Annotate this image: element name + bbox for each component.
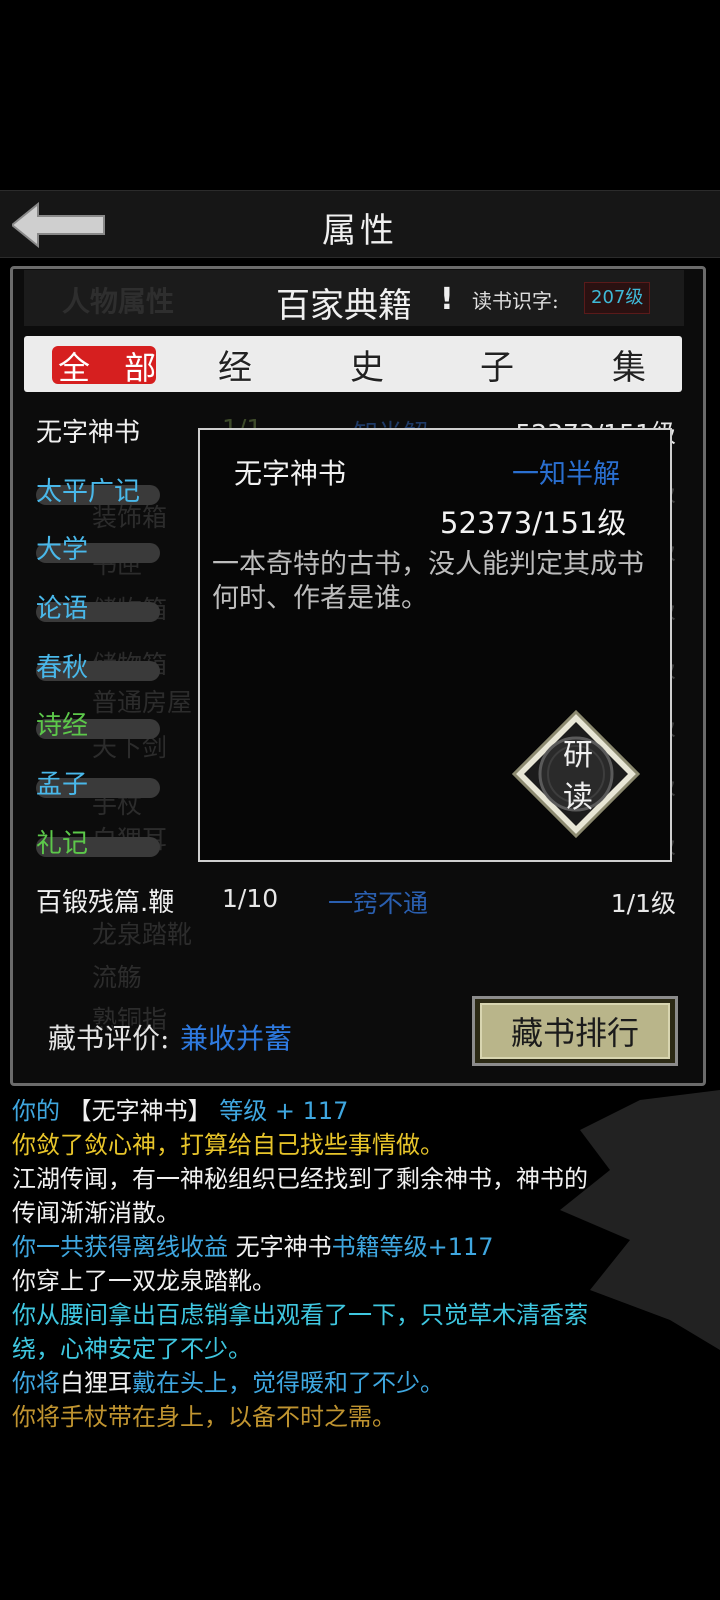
log-segment: 你一共获得离线收益 [12, 1233, 236, 1261]
log-line: 你从腰间拿出百虑销拿出观看了一下，只觉草木清香萦 [12, 1298, 702, 1332]
book-level: 1/1级 [610, 889, 676, 918]
page-title: 属性 [322, 211, 398, 251]
log-segment: 无字神书 [235, 1233, 332, 1261]
log-segment: 传闻渐渐消散。 [12, 1199, 180, 1227]
book-name: 孟子 [36, 770, 89, 800]
log-line: 传闻渐渐消散。 [12, 1196, 702, 1230]
info-icon[interactable]: ! [440, 282, 454, 317]
reading-skill-level: 207级 [584, 282, 651, 314]
log-segment: 【无字神书】 [67, 1097, 212, 1125]
collection-rating-value: 兼收并蓄 [180, 1022, 293, 1055]
book-row[interactable]: 百锻残篇.鞭 1/10 一窍不通 1/1级 [36, 878, 676, 934]
collection-ranking-button-label: 藏书排行 [510, 1014, 639, 1052]
log-line: 绕，心神安定了不少。 [12, 1332, 702, 1366]
log-line: 你穿上了一双龙泉踏靴。 [12, 1264, 702, 1298]
log-segment: 书籍等级+117 [331, 1233, 494, 1261]
reading-skill-label: 读书识字: [472, 289, 559, 313]
faded-background-item: 流觞 [92, 963, 143, 992]
tab-ji[interactable]: 集 [612, 340, 646, 389]
log-segment: 江湖传闻，有一神秘组织已经找到了剩余神书，神书的 [12, 1165, 588, 1193]
log-line: 你的 【无字神书】 等级 + 117 [12, 1094, 702, 1128]
tab-zi[interactable]: 子 [480, 340, 514, 389]
book-name: 论语 [36, 594, 89, 624]
log-segment: 带在身上，以备不时之需。 [108, 1403, 396, 1431]
log-segment: 你敛了敛心神，打算给自己找些事情做。 [12, 1131, 444, 1159]
book-name: 大学 [36, 535, 89, 565]
log-segment: 你的 [12, 1097, 68, 1125]
log-segment: 白狸耳 [60, 1369, 132, 1397]
popup-book-description: 一本奇特的古书，没人能判定其成书何时、作者是谁。 [212, 549, 644, 614]
popup-book-rank: 一知半解 [512, 459, 620, 490]
book-name: 太平广记 [36, 477, 141, 507]
book-name: 春秋 [36, 653, 89, 683]
log-segment: 绕，心神安定了不少。 [12, 1335, 252, 1363]
log-segment: 你将 [12, 1369, 60, 1397]
study-button-label: 研读 [563, 738, 593, 815]
log-segment: 你将 [12, 1403, 60, 1431]
book-name: 诗经 [36, 711, 89, 741]
log-segment: 你穿上了一双龙泉踏靴。 [12, 1267, 276, 1295]
log-segment: 你从腰间拿出百虑销拿出观看了一下，只觉草木清香萦 [12, 1301, 588, 1329]
popup-book-progress: 52373/151级 [440, 506, 627, 540]
log-line: 江湖传闻，有一神秘组织已经找到了剩余神书，神书的 [12, 1162, 702, 1196]
book-count: 1/10 [222, 884, 279, 913]
popup-book-name: 无字神书 [234, 457, 347, 490]
log-segment: 戴在头上，觉得暖和了不少。 [132, 1369, 444, 1397]
log-segment: 等级 + 117 [211, 1097, 349, 1125]
message-log: 你的 【无字神书】 等级 + 117 你敛了敛心神，打算给自己找些事情做。江湖传闻… [12, 1094, 702, 1434]
log-line: 你将手杖带在身上，以备不时之需。 [12, 1400, 702, 1434]
book-rank: 一窍不通 [328, 889, 429, 918]
book-name: 百锻残篇.鞭 [36, 888, 175, 918]
log-segment: 手杖 [60, 1403, 108, 1431]
collection-rating-label: 藏书评价: [48, 1022, 170, 1055]
tab-shi[interactable]: 史 [350, 340, 384, 389]
log-line: 你敛了敛心神，打算给自己找些事情做。 [12, 1128, 702, 1162]
tab-all-label: 全 部 [58, 349, 169, 387]
log-line: 你将白狸耳戴在头上，觉得暖和了不少。 [12, 1366, 702, 1400]
library-title: 百家典籍 [276, 286, 412, 326]
book-name: 礼记 [36, 829, 89, 859]
tab-jing[interactable]: 经 [218, 340, 252, 389]
log-line: 你一共获得离线收益 无字神书书籍等级+117 [12, 1230, 702, 1264]
faded-header-text: 人物属性 [62, 285, 175, 318]
book-name: 无字神书 [36, 418, 141, 448]
